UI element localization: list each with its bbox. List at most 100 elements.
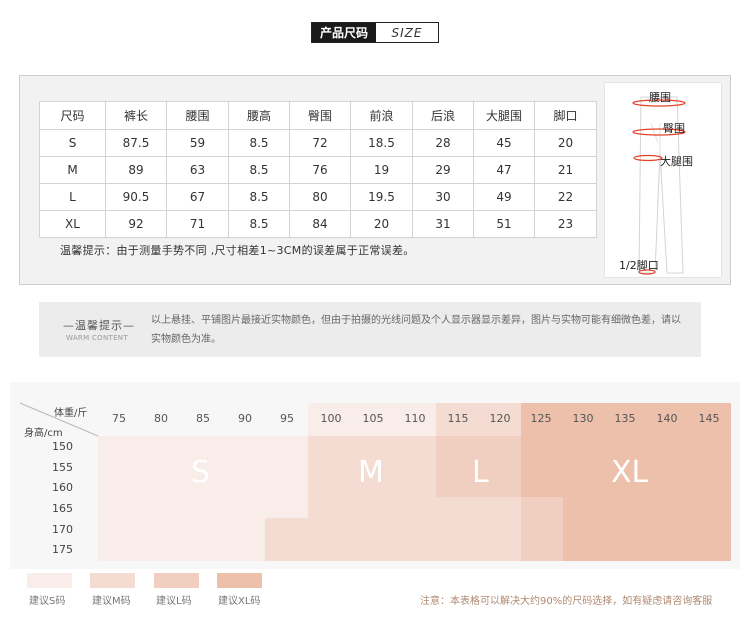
weight-axis-label: 体重/斤 [54, 408, 88, 419]
weight-tick: 85 [196, 412, 210, 425]
col-header: 后浪 [412, 101, 474, 130]
weight-tick: 135 [614, 412, 636, 425]
warm-notice-title: —温馨提示— [63, 319, 135, 332]
measurement-tip: 温馨提示：由于测量手势不同 ,尺寸相差1~3CM的误差属于正常误差。 [60, 244, 415, 257]
table-cell: M [39, 156, 106, 184]
weight-tick: 140 [656, 412, 678, 425]
pants-outline-icon [632, 96, 686, 275]
height-axis-label: 身高/cm [24, 428, 63, 439]
table-cell: 87.5 [105, 129, 167, 157]
table-cell: 8.5 [228, 156, 290, 184]
table-row: S 87.5 59 8.5 72 18.5 28 45 20 [39, 129, 597, 157]
header-title-cn: 产品尺码 [312, 23, 376, 42]
table-cell: 19.5 [350, 183, 413, 211]
table-cell: 72 [289, 129, 351, 157]
size-chart-note: 注意：本表格可以解决大约90%的尺码选择，如有疑虑请咨询客服 [420, 596, 713, 607]
legend-label-l: 建议L码 [156, 596, 192, 607]
height-tick: 175 [52, 543, 73, 556]
table-cell: 49 [473, 183, 535, 211]
diagram-label-waist: 腰围 [649, 91, 671, 104]
height-tick: 165 [52, 502, 73, 515]
size-table-header-row: 尺码 裤长 腰围 腰高 臀围 前浪 后浪 大腿围 脚口 [39, 101, 597, 130]
table-cell: 76 [289, 156, 351, 184]
zone-label-xl: XL [611, 455, 649, 490]
weight-tick: 80 [154, 412, 168, 425]
table-cell: 71 [166, 210, 229, 238]
zone-label-s: S [191, 455, 211, 490]
legend-label-m: 建议M码 [92, 596, 131, 607]
table-cell: L [39, 183, 106, 211]
table-cell: 63 [166, 156, 229, 184]
weight-tick: 105 [362, 412, 384, 425]
table-cell: 19 [350, 156, 413, 184]
table-cell: 31 [412, 210, 474, 238]
table-cell: 8.5 [228, 210, 290, 238]
table-cell: 84 [289, 210, 351, 238]
weight-tick: 90 [238, 412, 252, 425]
table-cell: 22 [534, 183, 597, 211]
legend-label-s: 建议S码 [29, 596, 66, 607]
table-row: L 90.5 67 8.5 80 19.5 30 49 22 [39, 183, 597, 211]
table-cell: 8.5 [228, 129, 290, 157]
table-cell: 30 [412, 183, 474, 211]
legend-swatch-xl [217, 573, 262, 588]
legend-swatch-m [90, 573, 135, 588]
col-header: 腰围 [166, 101, 229, 130]
size-section-header: 产品尺码 SIZE [311, 22, 439, 43]
table-cell: 67 [166, 183, 229, 211]
weight-tick: 115 [447, 412, 469, 425]
header-title-en: SIZE [391, 25, 423, 40]
weight-tick: 130 [572, 412, 594, 425]
table-row: XL 92 71 8.5 84 20 31 51 23 [39, 210, 597, 238]
legend-swatch-s [27, 573, 72, 588]
weight-tick: 75 [112, 412, 126, 425]
table-cell: 92 [105, 210, 167, 238]
weight-tick: 120 [489, 412, 511, 425]
table-cell: 28 [412, 129, 474, 157]
table-cell: 18.5 [350, 129, 413, 157]
weight-tick: 95 [280, 412, 294, 425]
table-cell: 20 [350, 210, 413, 238]
col-header: 前浪 [350, 101, 413, 130]
table-cell: 45 [473, 129, 535, 157]
col-header: 尺码 [39, 101, 106, 130]
col-header: 大腿围 [473, 101, 535, 130]
weight-tick: 145 [698, 412, 720, 425]
table-cell: 59 [166, 129, 229, 157]
weight-tick: 110 [404, 412, 426, 425]
legend-label-xl: 建议XL码 [218, 596, 261, 607]
table-cell: 47 [473, 156, 535, 184]
table-cell: 51 [473, 210, 535, 238]
table-cell: 20 [534, 129, 597, 157]
table-cell: 23 [534, 210, 597, 238]
table-cell: 80 [289, 183, 351, 211]
table-cell: 90.5 [105, 183, 167, 211]
table-cell: 8.5 [228, 183, 290, 211]
warm-notice-text: 以上悬挂、平铺图片最接近实物颜色，但由于拍摄的光线问题及个人显示器显示差异，图片… [151, 315, 681, 345]
col-header: 脚口 [534, 101, 597, 130]
height-tick: 160 [52, 481, 73, 494]
col-header: 臀围 [289, 101, 351, 130]
table-cell: 89 [105, 156, 167, 184]
pants-diagram: 腰围 臀围 大腿围 1/2脚口 [604, 82, 722, 278]
height-tick: 155 [52, 461, 73, 474]
table-cell: XL [39, 210, 106, 238]
diagram-label-hip: 臀围 [663, 122, 685, 135]
weight-tick: 100 [320, 412, 342, 425]
col-header: 裤长 [105, 101, 167, 130]
diagram-label-hem: 1/2脚口 [619, 259, 659, 272]
warm-notice-subtitle: WARM CONTENT [66, 334, 128, 342]
weight-tick: 125 [530, 412, 552, 425]
table-cell: 21 [534, 156, 597, 184]
height-tick: 150 [52, 440, 73, 453]
zone-label-m: M [358, 455, 384, 490]
legend-swatch-l [154, 573, 199, 588]
col-header: 腰高 [228, 101, 290, 130]
zone-label-l: L [472, 455, 489, 490]
height-tick: 170 [52, 523, 73, 536]
diagram-label-thigh: 大腿围 [660, 155, 693, 168]
table-cell: 29 [412, 156, 474, 184]
size-table: 尺码 裤长 腰围 腰高 臀围 前浪 后浪 大腿围 脚口 S 87.5 59 8.… [39, 101, 597, 238]
table-row: M 89 63 8.5 76 19 29 47 21 [39, 156, 597, 184]
table-cell: S [39, 129, 106, 157]
